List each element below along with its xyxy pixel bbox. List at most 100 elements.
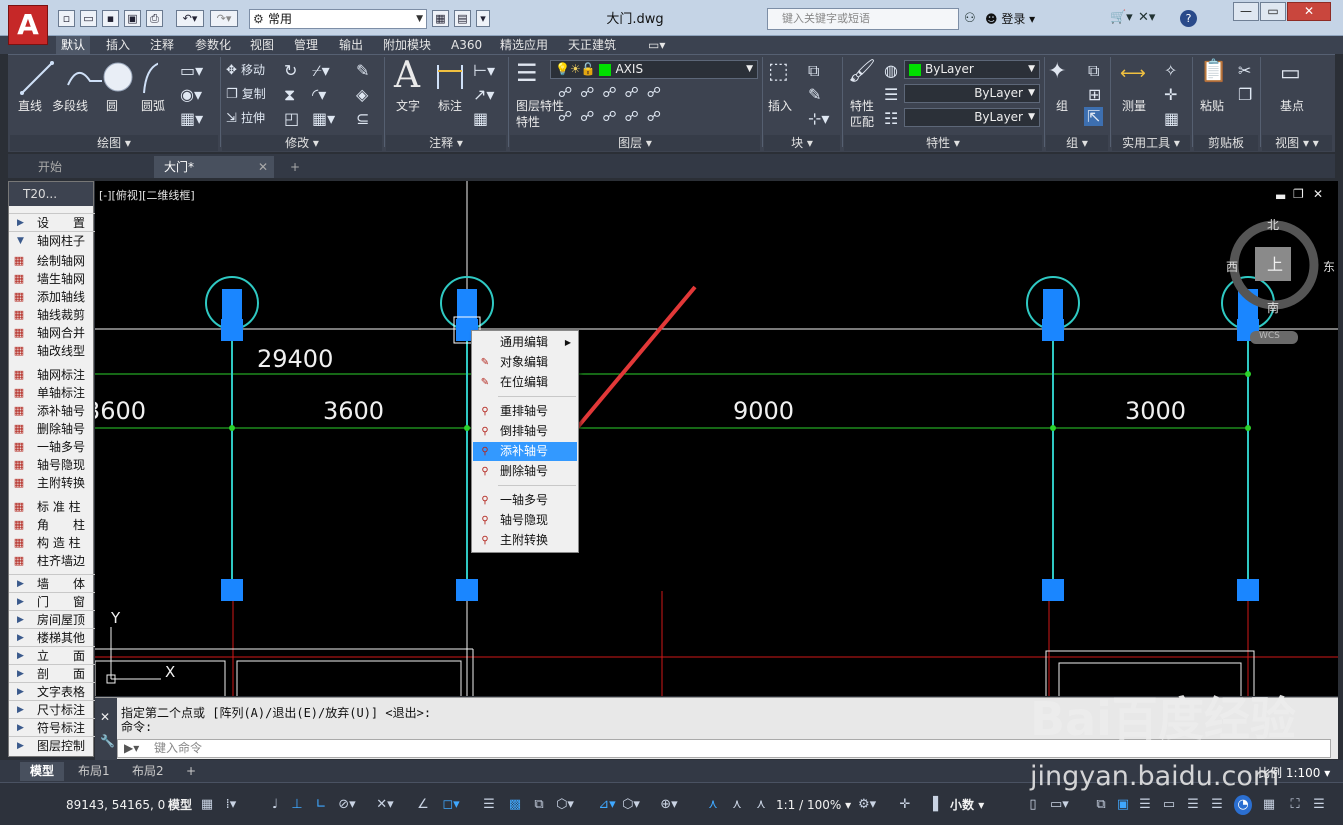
isodraft-icon[interactable]: ✕▾ (376, 795, 394, 815)
dimension-tool[interactable]: 标注 (438, 97, 462, 114)
dynamic-input-icon[interactable]: ⊥ (288, 795, 306, 815)
status-tool-icon[interactable]: ▦ (1260, 795, 1278, 815)
snap-icon[interactable]: ⁞▾ (222, 795, 240, 815)
lineweight-toggle-icon[interactable]: ☰ (480, 795, 498, 815)
new-file-icon[interactable]: ▫ (58, 10, 75, 27)
infer-icon[interactable]: ♩ (266, 795, 284, 815)
layer-tools-row1-icons[interactable]: ☍☍☍☍☍ (558, 85, 669, 101)
model-space-toggle[interactable]: 模型 (168, 795, 192, 815)
viewcube-east[interactable]: 东 (1323, 258, 1335, 275)
viewcube-north[interactable]: 北 (1267, 216, 1279, 233)
dynamic-ucs-icon[interactable]: ⊿▾ (598, 795, 616, 815)
context-menu-item[interactable]: ⚲ 主附转换 (473, 531, 577, 550)
redo-icon[interactable]: ↷▾ (210, 10, 238, 27)
clipboard-panel-title[interactable]: 剪贴板 (1194, 135, 1258, 151)
context-menu-item[interactable]: ✎ 在位编辑 (473, 373, 577, 392)
palette-item[interactable]: ▦ 轴网合并 (9, 324, 95, 342)
status-tool-icon[interactable]: ☰ (1184, 795, 1202, 815)
quick-select-icon[interactable]: ✧ (1164, 61, 1177, 80)
palette-item[interactable]: ▦ 轴改线型 (9, 342, 95, 360)
palette-item[interactable]: ▶ 门 窗 (9, 592, 95, 610)
tab-tangent-arch[interactable]: 天正建筑 (568, 36, 616, 54)
tab-featured-apps[interactable]: 精选应用 (500, 36, 548, 54)
annotation-panel-title[interactable]: 注释 ▾ (386, 135, 506, 151)
close-command-line-icon[interactable]: ✕ (100, 710, 110, 724)
palette-item[interactable]: ▦ 标 准 柱 (9, 498, 95, 516)
status-tool-icon[interactable]: ☰ (1208, 795, 1226, 815)
layer-properties-button[interactable]: 图层特性 (516, 97, 564, 114)
palette-item[interactable]: ▦ 构 造 柱 (9, 534, 95, 552)
selection-filter-icon[interactable]: ⬡▾ (622, 795, 640, 815)
ortho-icon[interactable]: ∟ (312, 795, 330, 815)
tab-view[interactable]: 视图 (250, 36, 274, 54)
coordinates[interactable]: 89143, 54165, 0 (66, 795, 165, 815)
palette-item[interactable]: ▶ 符号标注 (9, 718, 95, 736)
properties-panel-title[interactable]: 特性 ▾ (844, 135, 1042, 151)
context-menu-item[interactable]: ⚲ 轴号隐现 (473, 511, 577, 530)
viewport-minimize-icon[interactable]: ▬ (1275, 189, 1286, 203)
open-file-icon[interactable]: ▭ (80, 10, 97, 27)
text-tool[interactable]: 文字 (396, 97, 420, 114)
exchange-icon[interactable]: ✕▾ (1138, 10, 1155, 25)
save-icon[interactable]: ▪ (102, 10, 119, 27)
color-select[interactable]: ByLayer ▼ (904, 60, 1040, 79)
tab-layout1[interactable]: 布局1 (68, 762, 120, 781)
search-input[interactable]: 键入关键字或短语 (767, 8, 959, 30)
workspace-select[interactable]: ⚙ 常用 ▼ (249, 9, 427, 29)
isolate-objects-icon[interactable]: ⧉ (1092, 795, 1110, 815)
palette-item[interactable]: ▶ 剖 面 (9, 664, 95, 682)
polar-icon[interactable]: ⊘▾ (338, 795, 356, 815)
base-point-icon[interactable]: ▭ (1280, 61, 1301, 86)
scale-icon[interactable]: ◰ (284, 109, 299, 128)
tab-default[interactable]: 默认 (56, 36, 91, 54)
group-select-icon[interactable]: ⇱ (1084, 107, 1104, 126)
palette-item[interactable]: ▶ 图层控制 (9, 736, 95, 754)
insert-block-button[interactable]: 插入 (768, 97, 792, 114)
binoculars-icon[interactable]: ⚇ (964, 11, 976, 26)
move-icon[interactable]: ✥ 移动 (226, 61, 265, 78)
scale-readout[interactable]: 1:1 / 100% ▾ (776, 795, 851, 815)
print-icon[interactable]: ⎙ (146, 10, 163, 27)
selection-cycling-icon[interactable]: ⧉ (530, 795, 548, 815)
groups-panel-title[interactable]: 组 ▾ (1046, 135, 1108, 151)
transparency-icon[interactable]: ▩ (506, 795, 524, 815)
undo-icon[interactable]: ↶▾ (176, 10, 204, 27)
array-icon[interactable]: ▦▾ (312, 109, 335, 128)
utilities-panel-title[interactable]: 实用工具 ▾ (1112, 135, 1190, 151)
wrench-icon[interactable]: 🔧 (100, 734, 115, 748)
annotation-monitor-icon[interactable]: ✛ (896, 795, 914, 815)
palette-item[interactable]: ▶ 墙 体 (9, 574, 95, 592)
tab-document[interactable]: 大门* ✕ (154, 156, 274, 178)
palette-item[interactable]: ▦ 角 柱 (9, 516, 95, 534)
lineweight-select[interactable]: ByLayer ▼ (904, 108, 1040, 127)
help-icon[interactable]: ? (1180, 10, 1197, 27)
linetype-select[interactable]: ByLayer ▼ (904, 84, 1040, 103)
osnap-icon[interactable]: ◻▾ (442, 795, 460, 815)
tab-annotate[interactable]: 注释 (150, 36, 174, 54)
drawing-canvas[interactable]: [-][俯视][二维线框] ▬ ❐ ✕ 29400 3600 3600 9000… (95, 181, 1338, 696)
paste-button[interactable]: 粘贴 (1200, 97, 1224, 114)
polyline-tool[interactable]: 多段线 (52, 97, 88, 114)
viewcube-west[interactable]: 西 (1226, 258, 1238, 275)
table-icon[interactable]: ▦ (473, 109, 488, 128)
rectangle-icon[interactable]: ▭▾ (180, 61, 203, 80)
tab-output[interactable]: 输出 (339, 36, 363, 54)
circle-tool[interactable]: 圆 (106, 97, 118, 114)
match-properties-button[interactable]: 特性 (850, 97, 874, 114)
base-point-button[interactable]: 基点 (1280, 97, 1304, 114)
annotation-visibility-icon[interactable]: ⋏ (704, 795, 722, 815)
trim-icon[interactable]: ⌿▾ (312, 61, 330, 81)
block-panel-title[interactable]: 块 ▾ (764, 135, 840, 151)
paste-icon[interactable]: 📋 (1200, 59, 1227, 84)
new-tab-icon[interactable]: + (284, 156, 304, 178)
palette-item[interactable]: ▦ 绘制轴网 (9, 252, 95, 270)
gradient-icon[interactable]: ▦▾ (180, 109, 203, 128)
erase-icon[interactable]: ✎ (356, 61, 369, 80)
ribbon-toggle-icon[interactable]: ▭▾ (648, 36, 665, 54)
match-properties-icon[interactable]: 🖌 (848, 59, 876, 84)
lock-ui-icon[interactable]: ▭▾ (1050, 795, 1069, 815)
tab-addins[interactable]: 附加模块 (383, 36, 431, 54)
quick-properties-icon[interactable]: ▯ (1024, 795, 1042, 815)
rotate-icon[interactable]: ↻ (284, 61, 297, 80)
mirror-icon[interactable]: ⧗ (284, 85, 295, 105)
